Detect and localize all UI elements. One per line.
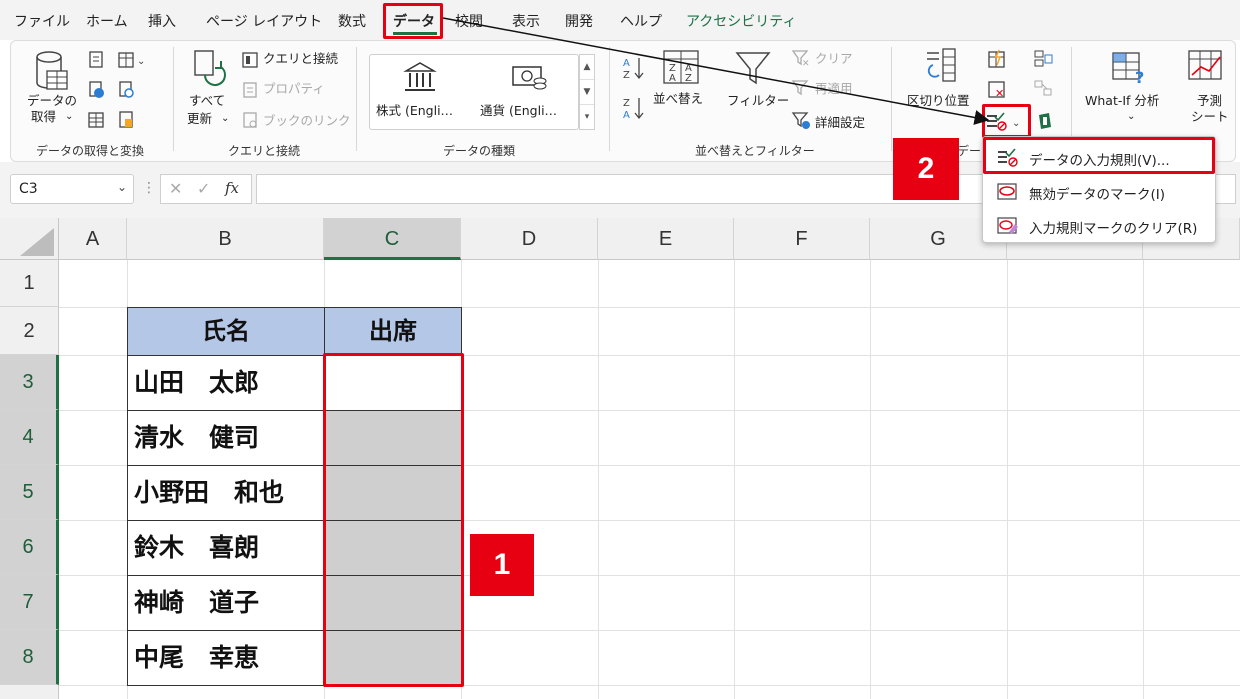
name-cell[interactable]: 鈴木 喜朗 (127, 520, 325, 576)
select-all-icon (20, 228, 54, 256)
gridline (870, 260, 871, 699)
gridline (1007, 260, 1008, 699)
row-header-1[interactable]: 1 (0, 260, 59, 307)
column-header-e[interactable]: E (598, 218, 734, 260)
menu-item-label: 無効データのマーク(I) (1029, 187, 1166, 203)
menu-item-label: 入力規則マークのクリア(R) (1029, 221, 1198, 237)
name-cell[interactable]: 山田 太郎 (127, 355, 325, 411)
circle-invalid-icon (997, 183, 1017, 200)
chevron-down-icon[interactable]: ⌄ (117, 180, 127, 194)
row-header-3[interactable]: 3 (0, 355, 59, 410)
annotation-arrow (442, 17, 990, 125)
group-label-get-transform: データの取得と変換 (36, 144, 145, 158)
row-header-5[interactable]: 5 (0, 465, 59, 520)
clear-circles-icon (997, 217, 1018, 234)
row-header-9[interactable] (0, 685, 59, 699)
step-badge-2: 2 (893, 138, 959, 200)
formula-buttons: ✕ ✓ fx (160, 174, 252, 204)
select-all-corner[interactable] (0, 218, 59, 260)
worksheet-grid: A B C D E F G 1 2 3 4 5 6 7 8 氏名 出席 山田 太… (0, 218, 1240, 699)
row-header-6[interactable]: 6 (0, 520, 59, 575)
row-header-8[interactable]: 8 (0, 630, 59, 685)
insert-function-icon[interactable]: fx (225, 179, 239, 197)
row-header-7[interactable]: 7 (0, 575, 59, 630)
column-header-d[interactable]: D (461, 218, 598, 260)
enter-icon[interactable]: ✓ (197, 179, 210, 198)
name-cell[interactable]: 神崎 道子 (127, 575, 325, 631)
gridline (1143, 260, 1144, 699)
row-header-4[interactable]: 4 (0, 410, 59, 465)
name-cell[interactable]: 中尾 幸恵 (127, 630, 325, 686)
group-label-data-types: データの種類 (443, 144, 516, 158)
menu-item-clear-circles[interactable]: 入力規則マークのクリア(R) (983, 208, 1215, 242)
gridline (598, 260, 599, 699)
header-cell-name[interactable]: 氏名 (127, 307, 325, 356)
column-header-a[interactable]: A (59, 218, 127, 260)
column-header-c[interactable]: C (324, 218, 461, 260)
gridline (734, 260, 735, 699)
name-box-value: C3 (19, 181, 38, 197)
highlight-selected-range (323, 353, 464, 687)
column-header-f[interactable]: F (734, 218, 870, 260)
name-box[interactable]: C3 ⌄ (10, 174, 134, 204)
name-cell[interactable]: 清水 健司 (127, 410, 325, 466)
step-badge-1: 1 (470, 534, 534, 596)
header-cell-attendance[interactable]: 出席 (324, 307, 462, 356)
menu-item-circle-invalid[interactable]: 無効データのマーク(I) (983, 174, 1215, 208)
more-options-icon: ⋮ (142, 180, 156, 196)
group-label-sort-filter: 並べ替えとフィルター (695, 144, 815, 158)
highlight-data-validation-menu-item (983, 137, 1215, 174)
column-header-b[interactable]: B (127, 218, 324, 260)
cancel-icon[interactable]: ✕ (169, 179, 182, 198)
name-cell[interactable]: 小野田 和也 (127, 465, 325, 521)
group-label-queries: クエリと接続 (228, 144, 301, 158)
row-header-2[interactable]: 2 (0, 307, 59, 355)
